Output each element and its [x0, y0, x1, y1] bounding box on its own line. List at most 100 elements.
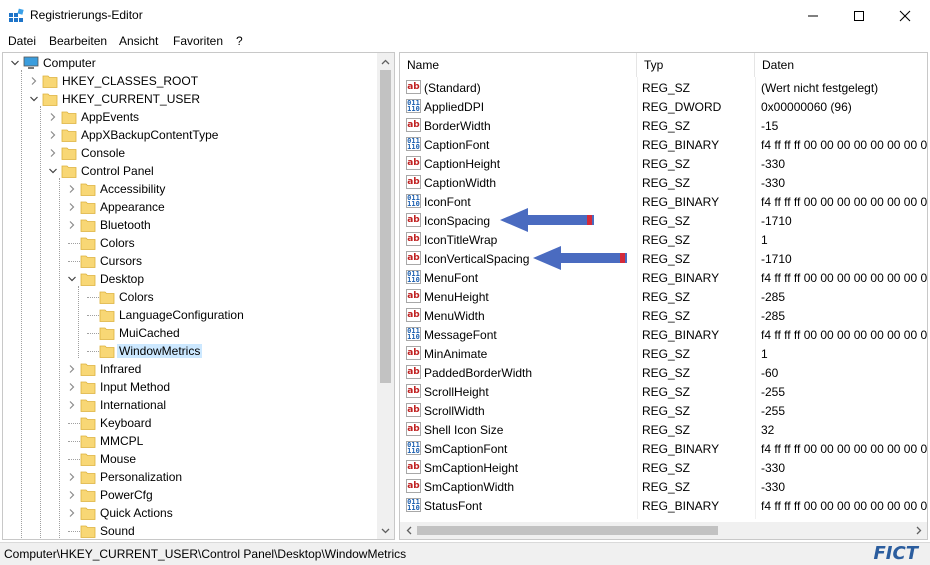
chevron-right-icon[interactable]	[47, 147, 59, 159]
values-list[interactable]: Name Typ Daten ab (Standard) REG_SZ (Wert n…	[399, 52, 928, 540]
scroll-left-arrow-icon[interactable]	[400, 522, 417, 539]
tree-node[interactable]: MMCPL	[3, 432, 379, 450]
close-button[interactable]	[882, 0, 928, 31]
menu-bearbeiten[interactable]: Bearbeiten	[49, 34, 107, 48]
list-scroll-thumb[interactable]	[417, 526, 718, 535]
menu-ansicht[interactable]: Ansicht	[119, 34, 158, 48]
tree-node[interactable]: Desktop	[3, 270, 379, 288]
value-row[interactable]: 011 110 SmCaptionFont REG_BINARY f4 ff ff ff…	[400, 439, 927, 458]
tree-node[interactable]: Control Panel	[3, 162, 379, 180]
string-value-icon: ab	[406, 479, 421, 493]
tree-node[interactable]: LanguageConfiguration	[3, 306, 379, 324]
scroll-right-arrow-icon[interactable]	[910, 522, 927, 539]
value-row[interactable]: ab MenuWidth REG_SZ -285	[400, 306, 927, 325]
chevron-right-icon[interactable]	[66, 399, 78, 411]
tree-node[interactable]: Accessibility	[3, 180, 379, 198]
tree-node[interactable]: WindowMetrics	[3, 342, 379, 360]
value-row[interactable]: ab IconTitleWrap REG_SZ 1	[400, 230, 927, 249]
tree-node[interactable]: Bluetooth	[3, 216, 379, 234]
value-row[interactable]: ab ScrollHeight REG_SZ -255	[400, 382, 927, 401]
tree-node[interactable]: Cursors	[3, 252, 379, 270]
value-row[interactable]: ab SmCaptionHeight REG_SZ -330	[400, 458, 927, 477]
menu-favoriten[interactable]: Favoriten	[173, 34, 223, 48]
maximize-button[interactable]	[836, 0, 882, 31]
folder-icon	[80, 433, 96, 449]
scroll-up-arrow-icon[interactable]	[377, 53, 394, 70]
menu-help[interactable]: ?	[236, 34, 243, 48]
tree-node[interactable]: MuiCached	[3, 324, 379, 342]
tree-node[interactable]: Colors	[3, 288, 379, 306]
folder-icon	[80, 217, 96, 233]
tree-vertical-scrollbar[interactable]	[377, 53, 394, 539]
value-row[interactable]: ab Shell Icon Size REG_SZ 32	[400, 420, 927, 439]
chevron-right-icon[interactable]	[66, 507, 78, 519]
tree-node[interactable]: PowerCfg	[3, 486, 379, 504]
column-header-type[interactable]: Typ	[637, 53, 755, 77]
value-row[interactable]: ab (Standard) REG_SZ (Wert nicht festgelegt…	[400, 78, 927, 97]
column-header-name[interactable]: Name	[400, 53, 637, 77]
tree-node[interactable]: AppEvents	[3, 108, 379, 126]
chevron-right-icon[interactable]	[66, 219, 78, 231]
value-row[interactable]: 011 110 MessageFont REG_BINARY f4 ff ff ff 0…	[400, 325, 927, 344]
column-header-data[interactable]: Daten	[755, 53, 927, 77]
tree-node[interactable]: HKEY_CLASSES_ROOT	[3, 72, 379, 90]
tree-node[interactable]: AppXBackupContentType	[3, 126, 379, 144]
chevron-right-icon[interactable]	[66, 183, 78, 195]
value-row[interactable]: ab CaptionHeight REG_SZ -330	[400, 154, 927, 173]
chevron-right-icon[interactable]	[66, 471, 78, 483]
tree-node[interactable]: Sound	[3, 522, 379, 539]
value-row[interactable]: ab PaddedBorderWidth REG_SZ -60	[400, 363, 927, 382]
tree-node[interactable]: Infrared	[3, 360, 379, 378]
chevron-right-icon[interactable]	[47, 129, 59, 141]
value-row[interactable]: ab ScrollWidth REG_SZ -255	[400, 401, 927, 420]
scroll-down-arrow-icon[interactable]	[377, 522, 394, 539]
value-type: REG_SZ	[642, 385, 691, 399]
chevron-right-icon[interactable]	[66, 201, 78, 213]
value-row[interactable]: ab CaptionWidth REG_SZ -330	[400, 173, 927, 192]
chevron-right-icon[interactable]	[66, 489, 78, 501]
computer-icon	[23, 55, 39, 71]
value-row[interactable]: ab MenuHeight REG_SZ -285	[400, 287, 927, 306]
value-row[interactable]: 011 110 IconFont REG_BINARY f4 ff ff ff 00 0…	[400, 192, 927, 211]
value-row[interactable]: ab SmCaptionWidth REG_SZ -330	[400, 477, 927, 496]
value-row[interactable]: ab IconVerticalSpacing REG_SZ -1710	[400, 249, 927, 268]
value-name: SmCaptionHeight	[424, 461, 519, 475]
list-horizontal-scrollbar[interactable]	[400, 522, 927, 539]
value-type: REG_SZ	[642, 157, 691, 171]
chevron-down-icon[interactable]	[66, 273, 78, 285]
chevron-down-icon[interactable]	[9, 57, 21, 69]
chevron-right-icon[interactable]	[47, 111, 59, 123]
tree-node[interactable]: Keyboard	[3, 414, 379, 432]
value-row[interactable]: ab MinAnimate REG_SZ 1	[400, 344, 927, 363]
menu-datei[interactable]: Datei	[8, 34, 36, 48]
tree-node[interactable]: Quick Actions	[3, 504, 379, 522]
value-row[interactable]: 011 110 CaptionFont REG_BINARY f4 ff ff ff 0…	[400, 135, 927, 154]
chevron-right-icon[interactable]	[66, 363, 78, 375]
tree-node[interactable]: Console	[3, 144, 379, 162]
value-name: SmCaptionFont	[424, 442, 508, 456]
minimize-button[interactable]	[790, 0, 836, 31]
tree-node[interactable]: International	[3, 396, 379, 414]
value-row[interactable]: 011 110 AppliedDPI REG_DWORD 0x00000060 (96)	[400, 97, 927, 116]
tree-node[interactable]: Colors	[3, 234, 379, 252]
value-row[interactable]: ab IconSpacing REG_SZ -1710	[400, 211, 927, 230]
chevron-right-icon[interactable]	[28, 75, 40, 87]
tree-scroll-thumb[interactable]	[380, 70, 391, 383]
value-data: -330	[761, 176, 786, 190]
tree-node[interactable]: Mouse	[3, 450, 379, 468]
value-row[interactable]: 011 110 MenuFont REG_BINARY f4 ff ff ff 00 0…	[400, 268, 927, 287]
folder-icon	[61, 109, 77, 125]
chevron-down-icon[interactable]	[47, 165, 59, 177]
value-type: REG_SZ	[642, 176, 691, 190]
value-row[interactable]: 011 110 StatusFont REG_BINARY f4 ff ff ff 00…	[400, 496, 927, 515]
tree-node[interactable]: Appearance	[3, 198, 379, 216]
chevron-right-icon[interactable]	[66, 381, 78, 393]
tree-node[interactable]: Computer	[3, 54, 379, 72]
registry-tree[interactable]: Computer HKEY_CLASSES_ROOT HKEY_CURRENT_US…	[2, 52, 395, 540]
value-row[interactable]: ab BorderWidth REG_SZ -15	[400, 116, 927, 135]
tree-node[interactable]: Personalization	[3, 468, 379, 486]
value-type: REG_BINARY	[642, 499, 720, 513]
tree-node[interactable]: Input Method	[3, 378, 379, 396]
tree-node[interactable]: HKEY_CURRENT_USER	[3, 90, 379, 108]
chevron-down-icon[interactable]	[28, 93, 40, 105]
